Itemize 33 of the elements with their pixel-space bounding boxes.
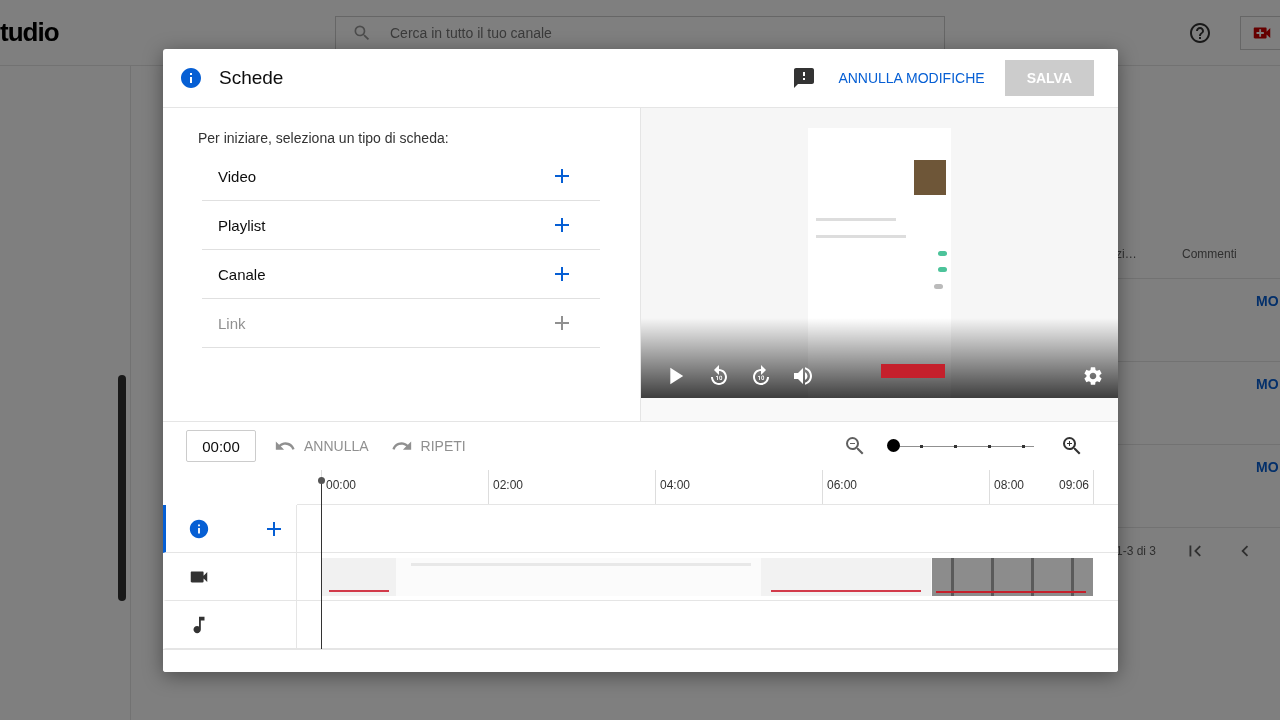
card-type-item[interactable]: Video <box>202 152 600 201</box>
card-type-item[interactable]: Canale <box>202 250 600 299</box>
pagination-range: 1-3 di 3 <box>1116 544 1157 558</box>
time-label: 06:00 <box>827 478 858 492</box>
prompt-text: Per iniziare, seleziona un tipo di scheda: <box>198 130 450 146</box>
zoom-slider[interactable] <box>887 439 1036 453</box>
row-action-link[interactable]: MO <box>1256 293 1279 309</box>
track-header[interactable] <box>163 505 297 553</box>
row-action-link[interactable]: MO <box>1256 459 1279 475</box>
time-field[interactable]: 00:00 <box>186 430 256 462</box>
column-header: Commenti <box>1182 247 1237 261</box>
info-icon <box>188 517 210 540</box>
time-label: 08:00 <box>994 478 1025 492</box>
volume-icon[interactable] <box>791 364 815 388</box>
logo-text[interactable]: tudio <box>0 17 335 48</box>
slider-thumb[interactable] <box>887 439 900 452</box>
track-header[interactable] <box>163 601 297 649</box>
create-button[interactable] <box>1240 15 1280 50</box>
settings-icon[interactable] <box>1082 365 1104 387</box>
search-placeholder: Cerca in tutto il tuo canale <box>390 24 552 41</box>
dialog-title: Schede <box>219 67 284 89</box>
scrollbar-thumb[interactable] <box>118 375 126 601</box>
feedback-icon[interactable] <box>792 66 817 90</box>
time-label: 09:06 <box>1058 478 1089 492</box>
time-label: 02:00 <box>493 478 524 492</box>
track-header[interactable] <box>163 553 297 601</box>
info-icon <box>179 66 203 90</box>
time-label: 04:00 <box>660 478 691 492</box>
row-action-link[interactable]: MO <box>1256 376 1279 392</box>
card-type-item[interactable]: Playlist <box>202 201 600 250</box>
discard-changes-button[interactable]: ANNULLA MODIFICHE <box>828 62 995 94</box>
help-icon[interactable] <box>1188 20 1212 45</box>
time-label: 00:00 <box>326 478 357 492</box>
